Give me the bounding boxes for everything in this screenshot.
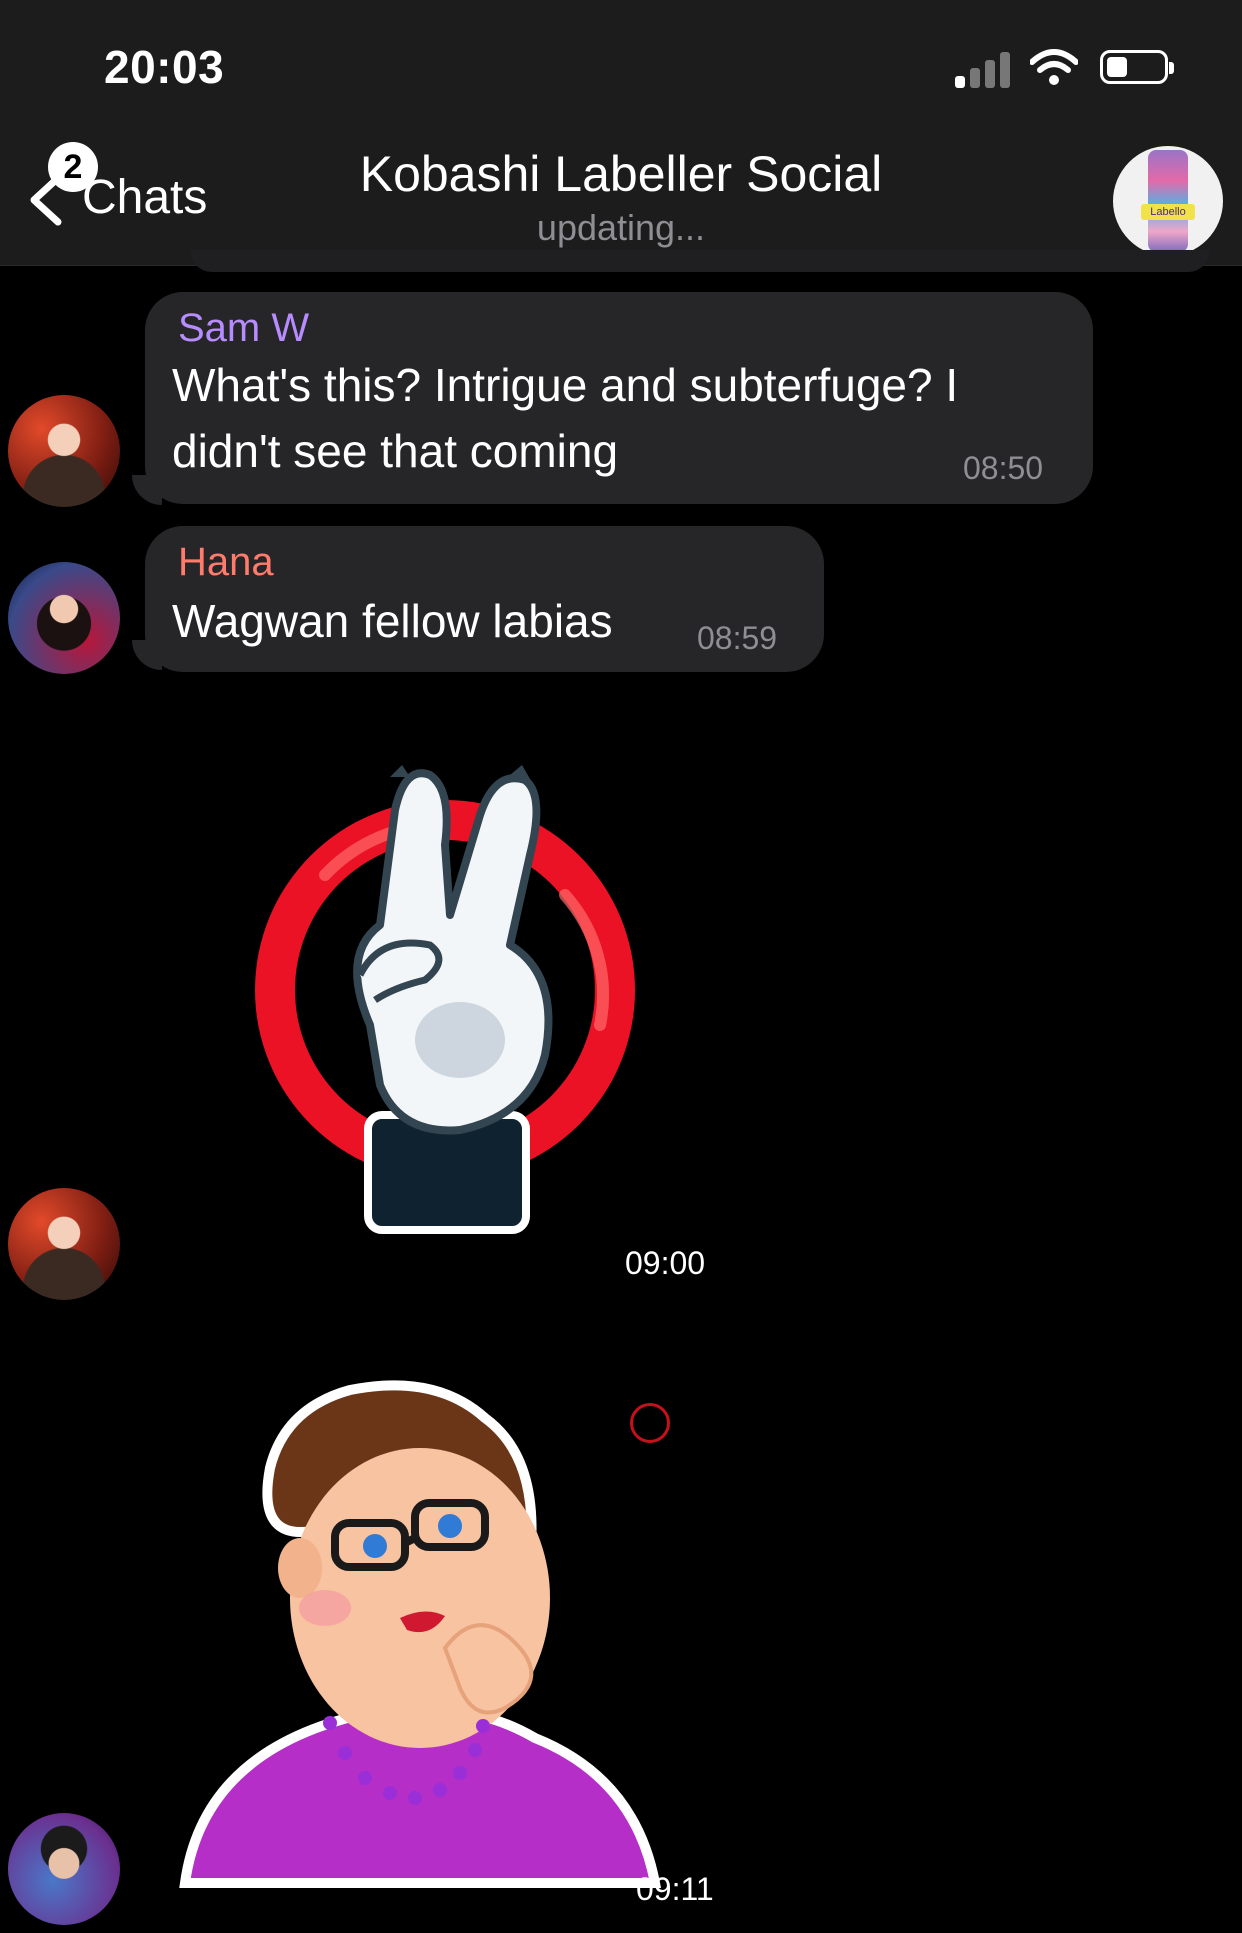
group-avatar[interactable]: Labello [1113,146,1223,256]
chat-header: 20:03 Chats 2 Kobashi Labeller Social up… [0,0,1242,266]
chat-title[interactable]: Kobashi Labeller Social [0,145,1242,203]
message-text: What's this? Intrigue and subterfuge? I … [172,359,959,477]
avatar-sam-w[interactable] [8,395,120,507]
message-text: Wagwan fellow labias [172,595,613,647]
message-time: 08:59 [697,620,778,656]
status-time: 20:03 [104,41,225,93]
message-time: 08:50 [963,450,1044,486]
previous-message-edge [190,250,1210,272]
woman-thinking-sticker[interactable] [175,1378,670,1898]
sticker-time: 09:00 [625,1245,706,1281]
sender-name[interactable]: Hana [178,540,274,585]
avatar-hana[interactable] [8,562,120,674]
peace-hand-sticker[interactable] [230,755,660,1235]
avatar-member[interactable] [8,1813,120,1925]
message-bubble[interactable]: Sam W What's this? Intrigue and subterfu… [145,292,1093,504]
cellular-signal-icon [955,50,1013,88]
battery-icon [1100,50,1174,84]
wifi-icon [1030,49,1078,85]
labello-can-image [1148,150,1188,252]
sender-name[interactable]: Sam W [178,306,309,351]
avatar-sam-w[interactable] [8,1188,120,1300]
sticker-time: 09:11 [636,1871,714,1907]
chat-status: updating... [536,207,706,248]
labello-label: Labello [1141,204,1195,220]
message-bubble[interactable]: Hana Wagwan fellow labias 08:59 [145,526,824,672]
